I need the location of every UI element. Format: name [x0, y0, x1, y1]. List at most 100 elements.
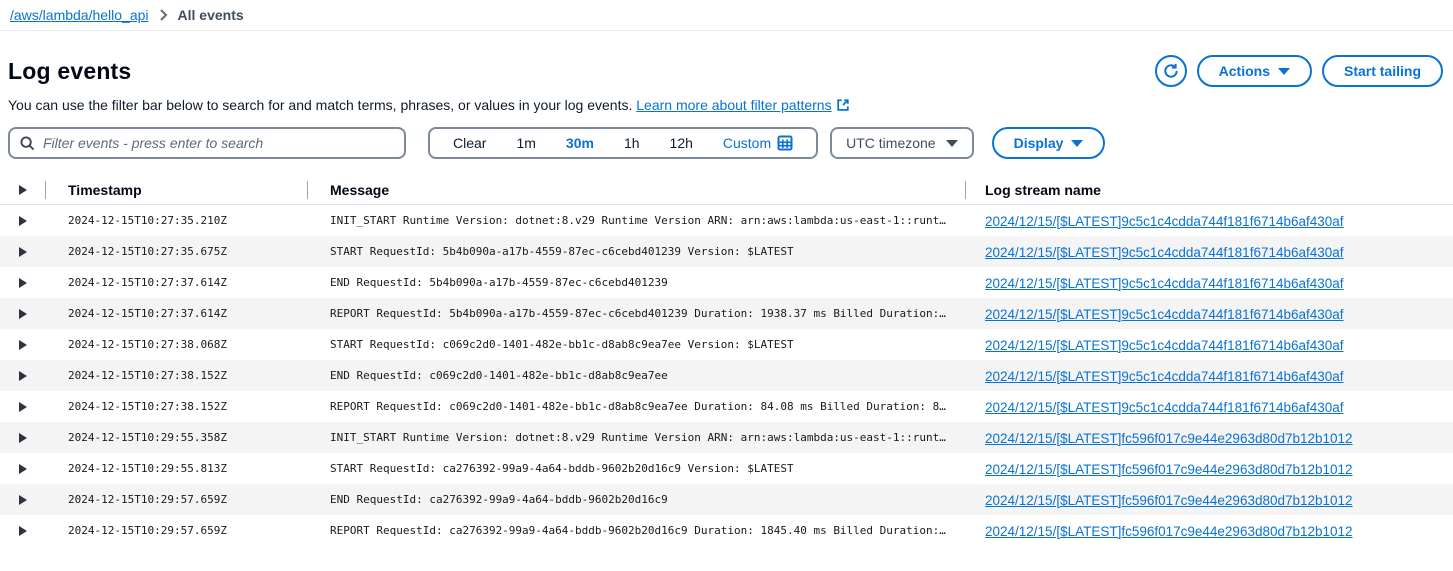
log-event-row: 2024-12-15T10:29:55.358Z INIT_START Runt…	[0, 422, 1453, 453]
actions-button[interactable]: Actions	[1197, 55, 1312, 87]
expand-row-icon[interactable]	[19, 464, 27, 474]
time-range-1h[interactable]: 1h	[609, 129, 655, 157]
log-stream-name-link[interactable]: 2024/12/15/[$LATEST]9c5c1c4cdda744f181f6…	[985, 307, 1344, 322]
breadcrumb-log-group-link[interactable]: /aws/lambda/hello_api	[10, 7, 149, 23]
log-event-message: INIT_START Runtime Version: dotnet:8.v29…	[307, 214, 965, 227]
refresh-button[interactable]	[1155, 55, 1187, 87]
time-range-custom-label: Custom	[723, 135, 771, 151]
expand-row-icon[interactable]	[19, 309, 27, 319]
expand-row-icon[interactable]	[19, 526, 27, 536]
log-event-timestamp: 2024-12-15T10:27:38.068Z	[45, 338, 307, 351]
log-stream-name-link[interactable]: 2024/12/15/[$LATEST]9c5c1c4cdda744f181f6…	[985, 338, 1344, 353]
log-stream-name-link[interactable]: 2024/12/15/[$LATEST]fc596f017c9e44e2963d…	[985, 493, 1353, 508]
log-event-timestamp: 2024-12-15T10:29:55.358Z	[45, 431, 307, 444]
learn-more-link-label: Learn more about filter patterns	[636, 97, 831, 113]
column-divider	[307, 181, 308, 199]
time-range-clear[interactable]: Clear	[438, 129, 501, 157]
log-events-table: Timestamp Message Log stream name 2024-1…	[0, 175, 1453, 546]
log-event-timestamp: 2024-12-15T10:29:55.813Z	[45, 462, 307, 475]
log-event-row: 2024-12-15T10:27:37.614Z REPORT RequestI…	[0, 298, 1453, 329]
log-stream-name-link[interactable]: 2024/12/15/[$LATEST]9c5c1c4cdda744f181f6…	[985, 369, 1344, 384]
log-table-header: Timestamp Message Log stream name	[0, 175, 1453, 205]
filter-events-box	[8, 127, 406, 159]
display-button[interactable]: Display	[992, 127, 1106, 159]
log-stream-name-link[interactable]: 2024/12/15/[$LATEST]9c5c1c4cdda744f181f6…	[985, 214, 1344, 229]
start-tailing-button[interactable]: Start tailing	[1322, 55, 1443, 87]
log-event-timestamp: 2024-12-15T10:27:37.614Z	[45, 276, 307, 289]
time-range-1m[interactable]: 1m	[501, 129, 550, 157]
refresh-icon	[1163, 63, 1179, 79]
log-event-message: END RequestId: ca276392-99a9-4a64-bddb-9…	[307, 493, 965, 506]
column-header-log-stream-name: Log stream name	[965, 182, 1453, 198]
log-stream-name-link[interactable]: 2024/12/15/[$LATEST]fc596f017c9e44e2963d…	[985, 524, 1353, 539]
expand-all-header-cell	[0, 185, 45, 195]
filter-toolbar: Clear 1m 30m 1h 12h Custom UTC timezone …	[0, 113, 1453, 159]
log-event-row: 2024-12-15T10:27:38.068Z START RequestId…	[0, 329, 1453, 360]
breadcrumb-current: All events	[178, 7, 244, 23]
expand-row-icon[interactable]	[19, 185, 27, 195]
timezone-dropdown-label: UTC timezone	[846, 135, 935, 151]
description-text: You can use the filter bar below to sear…	[8, 97, 632, 113]
expand-row-icon[interactable]	[19, 495, 27, 505]
breadcrumb: /aws/lambda/hello_api All events	[0, 0, 1453, 31]
log-event-timestamp: 2024-12-15T10:27:38.152Z	[45, 400, 307, 413]
log-event-row: 2024-12-15T10:29:55.813Z START RequestId…	[0, 453, 1453, 484]
expand-row-icon[interactable]	[19, 340, 27, 350]
learn-more-link[interactable]: Learn more about filter patterns	[636, 97, 849, 113]
log-event-timestamp: 2024-12-15T10:27:35.675Z	[45, 245, 307, 258]
actions-button-label: Actions	[1219, 63, 1270, 79]
log-event-row: 2024-12-15T10:27:38.152Z END RequestId: …	[0, 360, 1453, 391]
start-tailing-button-label: Start tailing	[1344, 63, 1421, 79]
log-event-row: 2024-12-15T10:29:57.659Z REPORT RequestI…	[0, 515, 1453, 546]
log-stream-name-link[interactable]: 2024/12/15/[$LATEST]9c5c1c4cdda744f181f6…	[985, 400, 1344, 415]
log-event-timestamp: 2024-12-15T10:27:37.614Z	[45, 307, 307, 320]
caret-down-icon	[946, 140, 958, 147]
external-link-icon	[836, 98, 850, 112]
header-actions: Actions Start tailing	[1155, 55, 1443, 87]
log-event-message: START RequestId: 5b4b090a-a17b-4559-87ec…	[307, 245, 965, 258]
log-event-message: INIT_START Runtime Version: dotnet:8.v29…	[307, 431, 965, 444]
timezone-dropdown[interactable]: UTC timezone	[830, 127, 973, 159]
log-event-timestamp: 2024-12-15T10:27:38.152Z	[45, 369, 307, 382]
caret-down-icon	[1278, 68, 1290, 75]
time-range-12h[interactable]: 12h	[655, 129, 708, 157]
search-icon	[20, 136, 35, 151]
calendar-icon	[777, 135, 793, 151]
log-event-message: REPORT RequestId: 5b4b090a-a17b-4559-87e…	[307, 307, 965, 320]
expand-row-icon[interactable]	[19, 402, 27, 412]
page-description: You can use the filter bar below to sear…	[0, 87, 1453, 113]
time-range-custom[interactable]: Custom	[708, 129, 808, 157]
log-event-timestamp: 2024-12-15T10:29:57.659Z	[45, 524, 307, 537]
display-button-label: Display	[1014, 135, 1064, 151]
column-header-timestamp: Timestamp	[45, 182, 307, 198]
log-event-row: 2024-12-15T10:27:35.210Z INIT_START Runt…	[0, 205, 1453, 236]
column-header-message: Message	[307, 182, 965, 198]
log-stream-name-link[interactable]: 2024/12/15/[$LATEST]9c5c1c4cdda744f181f6…	[985, 276, 1344, 291]
log-event-timestamp: 2024-12-15T10:29:57.659Z	[45, 493, 307, 506]
log-event-row: 2024-12-15T10:27:37.614Z END RequestId: …	[0, 267, 1453, 298]
log-event-message: END RequestId: c069c2d0-1401-482e-bb1c-d…	[307, 369, 965, 382]
log-event-row: 2024-12-15T10:29:57.659Z END RequestId: …	[0, 484, 1453, 515]
time-range-30m[interactable]: 30m	[551, 129, 609, 157]
log-stream-name-link[interactable]: 2024/12/15/[$LATEST]fc596f017c9e44e2963d…	[985, 431, 1353, 446]
expand-row-icon[interactable]	[19, 371, 27, 381]
log-event-row: 2024-12-15T10:27:38.152Z REPORT RequestI…	[0, 391, 1453, 422]
log-event-message: REPORT RequestId: c069c2d0-1401-482e-bb1…	[307, 400, 965, 413]
log-event-row: 2024-12-15T10:27:35.675Z START RequestId…	[0, 236, 1453, 267]
expand-row-icon[interactable]	[19, 247, 27, 257]
filter-events-input[interactable]	[43, 135, 394, 151]
column-divider	[45, 181, 46, 199]
log-event-message: END RequestId: 5b4b090a-a17b-4559-87ec-c…	[307, 276, 965, 289]
log-stream-name-link[interactable]: 2024/12/15/[$LATEST]9c5c1c4cdda744f181f6…	[985, 245, 1344, 260]
log-table-body: 2024-12-15T10:27:35.210Z INIT_START Runt…	[0, 205, 1453, 546]
expand-row-icon[interactable]	[19, 433, 27, 443]
expand-row-icon[interactable]	[19, 278, 27, 288]
page-title: Log events	[8, 58, 131, 85]
log-event-message: REPORT RequestId: ca276392-99a9-4a64-bdd…	[307, 524, 965, 537]
log-event-timestamp: 2024-12-15T10:27:35.210Z	[45, 214, 307, 227]
expand-row-icon[interactable]	[19, 216, 27, 226]
log-stream-name-link[interactable]: 2024/12/15/[$LATEST]fc596f017c9e44e2963d…	[985, 462, 1353, 477]
page-header: Log events Actions Start tailing	[0, 31, 1453, 87]
column-divider	[965, 181, 966, 199]
caret-down-icon	[1071, 140, 1083, 147]
